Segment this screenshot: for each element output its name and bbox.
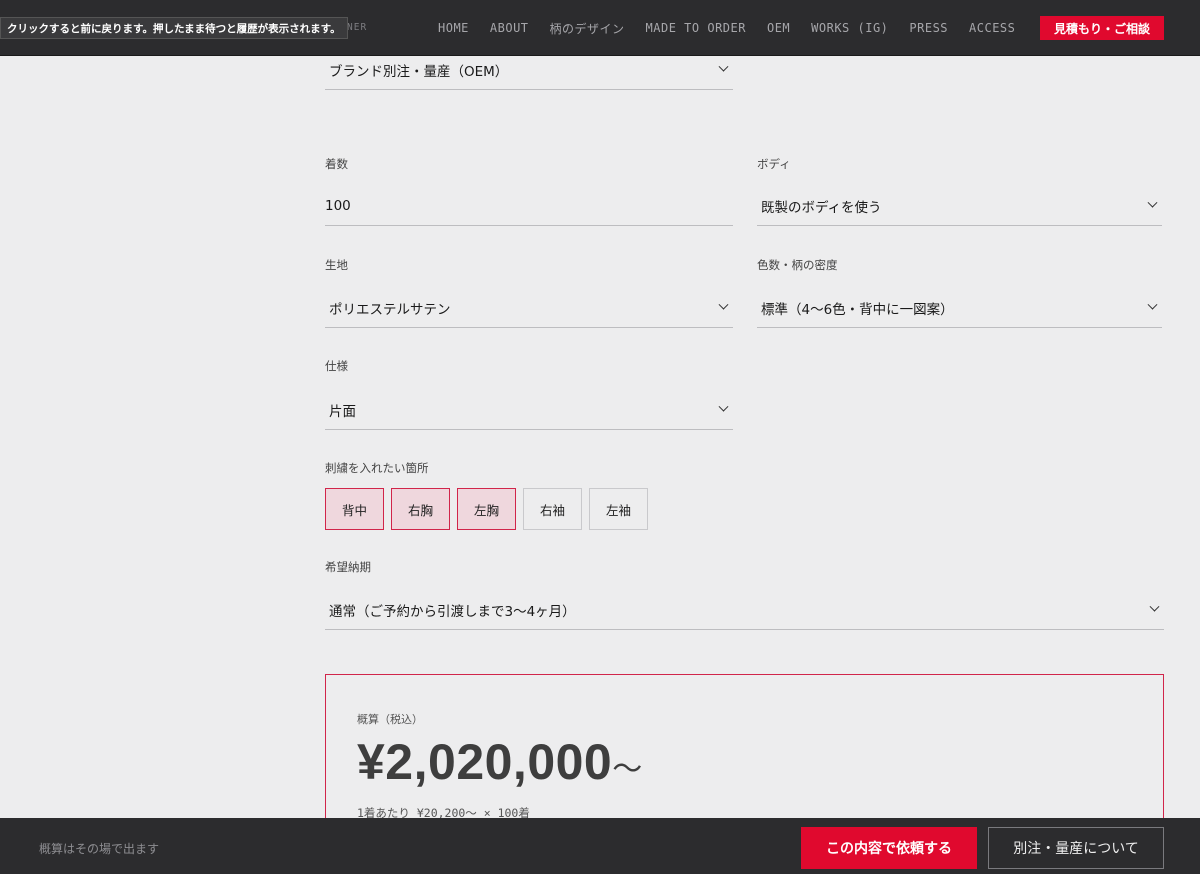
body-label: ボディ xyxy=(757,157,791,171)
chevron-down-icon xyxy=(718,299,729,310)
estimate-note: 概算はその場で出ます xyxy=(39,842,160,856)
fabric-value: ポリエステルサテン xyxy=(329,301,451,318)
embroidery-option-right-sleeve[interactable]: 右袖 xyxy=(523,488,582,530)
fabric-select[interactable]: ポリエステルサテン xyxy=(325,288,733,328)
delivery-value: 通常（ご予約から引渡しまで3〜4ヶ月） xyxy=(329,603,576,620)
chevron-down-icon xyxy=(1147,299,1158,310)
nav-item-press[interactable]: PRESS xyxy=(909,21,948,35)
request-button[interactable]: この内容で依頼する xyxy=(801,827,977,869)
estimate-price: ¥2,020,000〜 xyxy=(357,733,643,791)
spec-select[interactable]: 片面 xyxy=(325,390,733,430)
nav-item-access[interactable]: ACCESS xyxy=(969,21,1015,35)
delivery-select[interactable]: 通常（ご予約から引渡しまで3〜4ヶ月） xyxy=(325,590,1164,630)
quantity-input[interactable]: 100 xyxy=(325,186,733,226)
estimate-consult-button[interactable]: 見積もり・ご相談 xyxy=(1040,16,1164,40)
nav-item-oem[interactable]: OEM xyxy=(767,21,790,35)
embroidery-option-left-chest[interactable]: 左胸 xyxy=(457,488,516,530)
estimate-label: 概算（税込） xyxy=(357,713,423,726)
embroidery-option-right-chest[interactable]: 右胸 xyxy=(391,488,450,530)
nav-item-works[interactable]: WORKS (IG) xyxy=(811,21,888,35)
body-value: 既製のボディを使う xyxy=(761,199,882,216)
fabric-label: 生地 xyxy=(325,258,348,272)
chevron-down-icon xyxy=(1149,601,1160,612)
estimate-price-suffix: 〜 xyxy=(612,753,643,786)
embroidery-options: 背中 右胸 左胸 右袖 左袖 xyxy=(325,488,655,530)
order-type-value: ブランド別注・量産（OEM） xyxy=(329,63,509,80)
body-select[interactable]: 既製のボディを使う xyxy=(757,186,1162,226)
nav-item-home[interactable]: HOME xyxy=(438,21,469,35)
main-nav: HOME ABOUT 柄のデザイン MADE TO ORDER OEM WORK… xyxy=(438,0,1036,56)
nav-item-made-to-order[interactable]: MADE TO ORDER xyxy=(646,21,746,35)
embroidery-option-left-sleeve[interactable]: 左袖 xyxy=(589,488,648,530)
about-oem-button[interactable]: 別注・量産について xyxy=(988,827,1164,869)
nav-item-pattern-design[interactable]: 柄のデザイン xyxy=(550,20,625,37)
back-button-tooltip: クリックすると前に戻ります。押したまま待つと履歴が表示されます。 xyxy=(0,17,348,39)
order-type-select[interactable]: ブランド別注・量産（OEM） xyxy=(325,50,733,90)
quantity-value: 100 xyxy=(325,197,351,214)
nav-item-about[interactable]: ABOUT xyxy=(490,21,529,35)
delivery-label: 希望納期 xyxy=(325,560,371,574)
embroidery-label: 刺繍を入れたい箇所 xyxy=(325,461,429,475)
chevron-down-icon xyxy=(718,61,729,72)
spec-label: 仕様 xyxy=(325,359,348,373)
estimate-price-value: ¥2,020,000 xyxy=(357,734,613,790)
quantity-label: 着数 xyxy=(325,157,348,171)
colors-density-value: 標準（4〜6色・背中に一図案） xyxy=(761,301,954,318)
top-navigation-bar: N DESIGNER クリックすると前に戻ります。押したまま待つと履歴が表示され… xyxy=(0,0,1200,56)
embroidery-option-back[interactable]: 背中 xyxy=(325,488,384,530)
spec-value: 片面 xyxy=(329,403,356,420)
bottom-action-bar: 概算はその場で出ます この内容で依頼する 別注・量産について xyxy=(0,818,1200,874)
colors-density-select[interactable]: 標準（4〜6色・背中に一図案） xyxy=(757,288,1162,328)
chevron-down-icon xyxy=(718,401,729,412)
colors-density-label: 色数・柄の密度 xyxy=(757,258,838,272)
chevron-down-icon xyxy=(1147,197,1158,208)
estimate-box: 概算（税込） ¥2,020,000〜 1着あたり ¥20,200〜 × 100着 xyxy=(325,674,1164,834)
